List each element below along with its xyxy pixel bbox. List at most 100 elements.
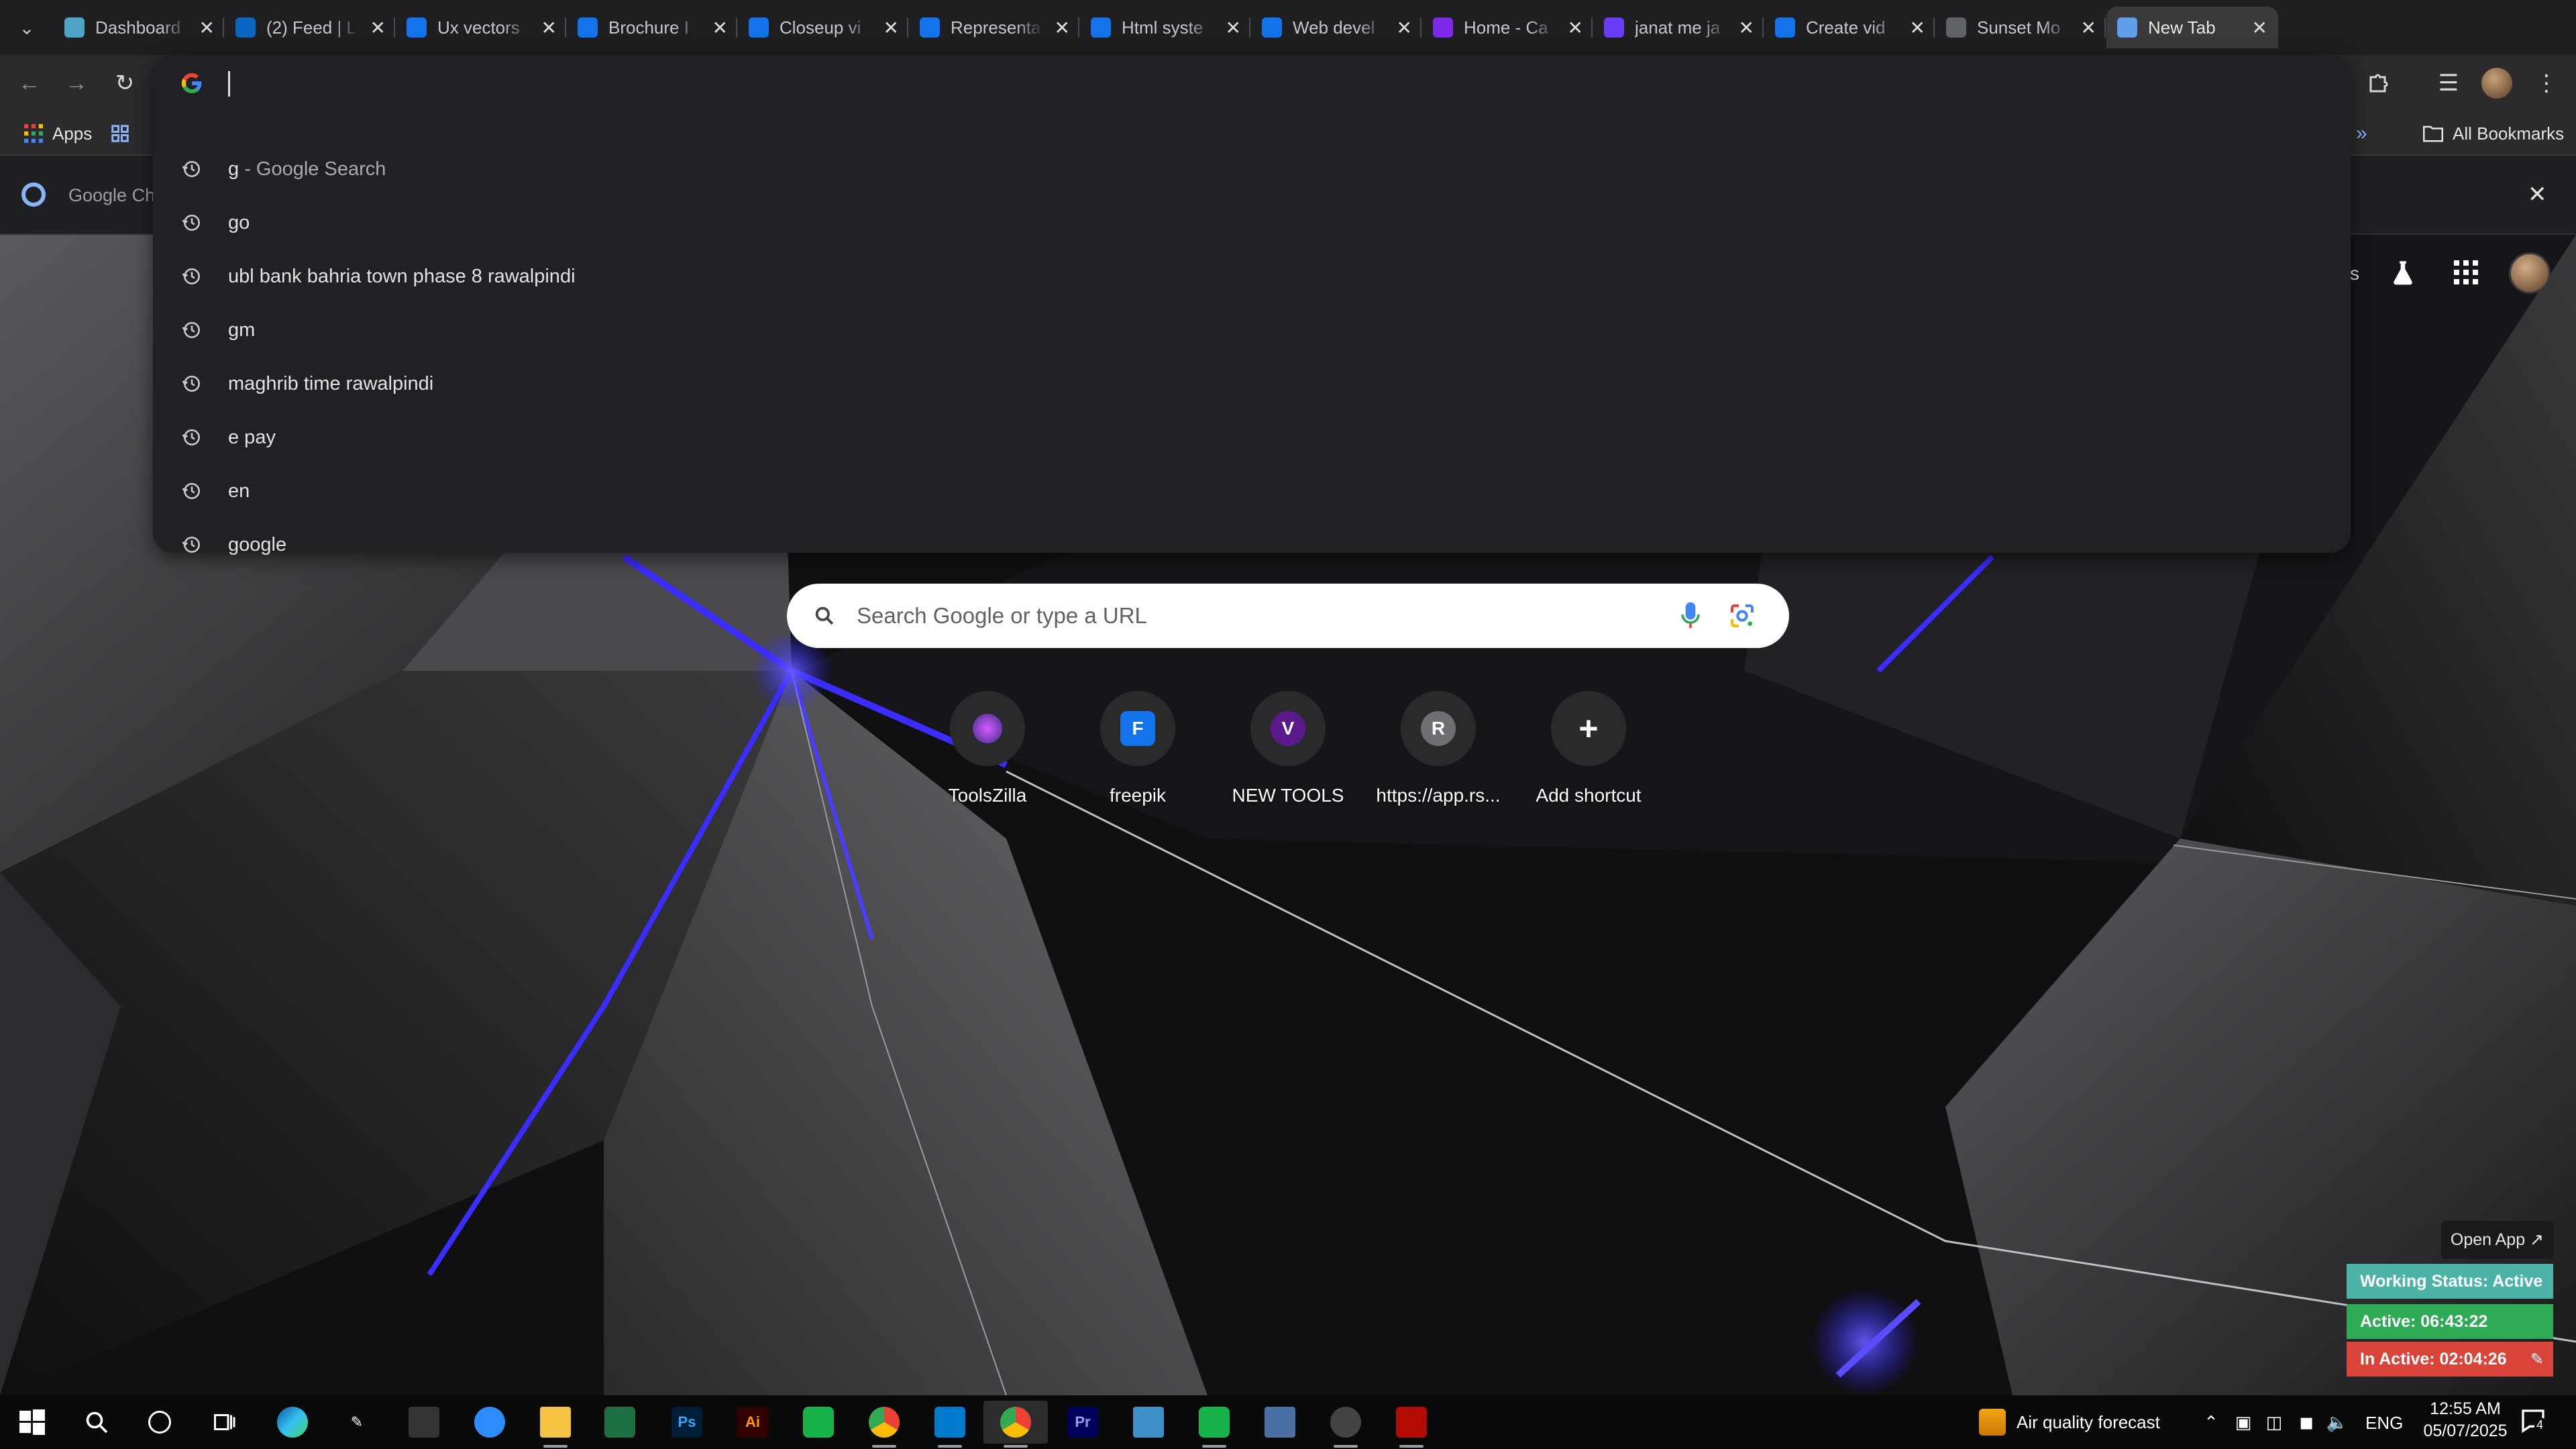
apps-bookmark[interactable]: Apps	[24, 111, 92, 156]
back-button[interactable]: ←	[12, 66, 47, 101]
suggestion-item[interactable]: ubl bank bahria town phase 8 rawalpindi	[153, 250, 2351, 303]
taskbar-app-button[interactable]: ✎	[325, 1401, 389, 1444]
taskbar-app-button[interactable]: Pr	[1051, 1401, 1115, 1444]
weather-widget[interactable]: Air quality forecast	[1979, 1395, 2160, 1449]
show-hidden-icons-button[interactable]: ⌃	[2199, 1410, 2223, 1434]
taskbar-app-button[interactable]	[1248, 1401, 1312, 1444]
open-app-button[interactable]: Open App ↗	[2440, 1221, 2553, 1258]
tab-close-button[interactable]: ✕	[1739, 17, 1754, 39]
shortcut-icon-circle: V	[1250, 691, 1326, 766]
taskbar-app-button[interactable]	[392, 1401, 456, 1444]
taskbar-app-button[interactable]	[918, 1401, 982, 1448]
tab-1[interactable]: (2) Feed | L ✕	[225, 7, 396, 48]
shortcut-tile[interactable]: Rhttps://app.rs...	[1363, 691, 1513, 812]
google-lens-icon[interactable]	[1729, 602, 1756, 629]
taskbar-app-button[interactable]	[1313, 1401, 1378, 1448]
tab-5[interactable]: Representa ✕	[909, 7, 1081, 48]
freepik-icon: F	[1120, 711, 1155, 746]
tab-close-button[interactable]: ✕	[712, 17, 728, 39]
tab-groups-button[interactable]	[110, 111, 130, 156]
tab-close-button[interactable]: ✕	[1226, 17, 1241, 39]
suggestion-item[interactable]: e pay	[153, 411, 2351, 464]
shortcut-tile[interactable]: V NEW TOOLS	[1213, 691, 1363, 812]
clock[interactable]: 12:55 AM 05/07/2025	[2415, 1399, 2516, 1441]
cortana-button[interactable]	[127, 1401, 192, 1444]
suggestion-item[interactable]: maghrib time rawalpindi	[153, 357, 2351, 411]
tab-0[interactable]: Dashboard ✕	[54, 7, 225, 48]
infobar-close-button[interactable]: ✕	[2528, 181, 2547, 208]
browser-menu-button[interactable]: ⋮	[2529, 66, 2564, 101]
taskbar-app-button[interactable]	[1116, 1401, 1181, 1444]
tab-close-button[interactable]: ✕	[883, 17, 899, 39]
tab-12[interactable]: New Tab ✕	[2106, 7, 2278, 48]
tab-3[interactable]: Brochure I ✕	[567, 7, 739, 48]
taskbar-app-button[interactable]: Ps	[655, 1401, 719, 1444]
taskbar-app-button[interactable]: Ai	[720, 1401, 785, 1444]
tab-11[interactable]: Sunset Mo ✕	[1935, 7, 2107, 48]
tab-close-button[interactable]: ✕	[1910, 17, 1925, 39]
tab-close-button[interactable]: ✕	[2252, 17, 2267, 39]
notification-center-button[interactable]: 4	[2520, 1407, 2552, 1437]
all-bookmarks-folder[interactable]: All Bookmarks	[2423, 111, 2564, 156]
tab-close-button[interactable]: ✕	[541, 17, 557, 39]
suggestion-item[interactable]: gm	[153, 303, 2351, 357]
tab-close-button[interactable]: ✕	[370, 17, 386, 39]
reload-button[interactable]: ↻	[107, 66, 142, 101]
volume-icon[interactable]: 🔈	[2325, 1410, 2349, 1434]
tab-title: Sunset Mo	[1977, 17, 2061, 38]
tab-close-button[interactable]: ✕	[2081, 17, 2096, 39]
tab-search-button[interactable]: ⌄	[0, 0, 54, 55]
suggestion-item[interactable]: en	[153, 464, 2351, 518]
suggestion-item[interactable]: google	[153, 518, 2351, 572]
taskbar-app-button[interactable]	[852, 1401, 916, 1448]
shortcut-tile[interactable]: + Add shortcut	[1513, 691, 1664, 812]
ntp-search-box[interactable]	[787, 584, 1789, 648]
taskbar-app-button[interactable]	[1379, 1401, 1444, 1448]
tab-10[interactable]: Create vid ✕	[1764, 7, 1936, 48]
tab-6[interactable]: Html syste ✕	[1080, 7, 1252, 48]
profile-button[interactable]	[2479, 66, 2514, 101]
suggestion-item[interactable]: go	[153, 196, 2351, 250]
taskbar-app-button[interactable]	[260, 1401, 325, 1444]
network-icon[interactable]: ◼	[2294, 1410, 2318, 1434]
tab-close-button[interactable]: ✕	[1055, 17, 1070, 39]
task-view-button[interactable]	[192, 1401, 256, 1444]
taskbar-app-button[interactable]	[983, 1401, 1048, 1448]
labs-button[interactable]	[2385, 255, 2420, 290]
microphone-icon[interactable]	[1680, 601, 1701, 631]
tab-close-button[interactable]: ✕	[1568, 17, 1583, 39]
tab-9[interactable]: janat me ja ✕	[1593, 7, 1765, 48]
pencil-icon[interactable]: ✎	[2530, 1350, 2544, 1369]
tab-separator	[736, 17, 737, 38]
language-indicator[interactable]: ENG	[2365, 1413, 2403, 1434]
reading-list-button[interactable]: ☰	[2431, 66, 2466, 101]
shortcut-tile[interactable]: Ffreepik	[1063, 691, 1213, 812]
taskbar-app-button[interactable]	[588, 1401, 652, 1444]
more-bookmarks-button[interactable]: »	[2356, 111, 2367, 156]
screen-icon[interactable]: ◫	[2262, 1410, 2286, 1434]
forward-button[interactable]: →	[59, 66, 94, 101]
extensions-button[interactable]	[2361, 66, 2396, 101]
pen-tool-icon: ✎	[350, 1413, 364, 1430]
tab-8[interactable]: Home - Ca ✕	[1422, 7, 1594, 48]
taskbar-app-button[interactable]	[523, 1401, 588, 1448]
taskbar-app-button[interactable]	[458, 1401, 522, 1444]
taskbar-search-button[interactable]	[64, 1401, 129, 1444]
shortcut-tile[interactable]: ToolsZilla	[912, 691, 1063, 812]
taskbar-app-button[interactable]	[786, 1401, 851, 1444]
folder-icon	[2423, 125, 2443, 142]
tab-close-button[interactable]: ✕	[199, 17, 215, 39]
start-button[interactable]	[0, 1401, 64, 1444]
address-bar[interactable]	[153, 55, 2351, 111]
suggestion-text: en	[228, 480, 250, 502]
tab-2[interactable]: Ux vectors ✕	[396, 7, 568, 48]
tab-4[interactable]: Closeup vi ✕	[738, 7, 910, 48]
tab-close-button[interactable]: ✕	[1397, 17, 1412, 39]
meet-now-icon[interactable]: ▣	[2231, 1410, 2255, 1434]
search-input[interactable]	[857, 597, 1648, 635]
tab-7[interactable]: Web devel ✕	[1251, 7, 1423, 48]
google-account-button[interactable]	[2509, 252, 2551, 294]
google-apps-button[interactable]	[2449, 255, 2483, 290]
taskbar-app-button[interactable]	[1182, 1401, 1246, 1448]
suggestion-item[interactable]: g - Google Search	[153, 142, 2351, 196]
